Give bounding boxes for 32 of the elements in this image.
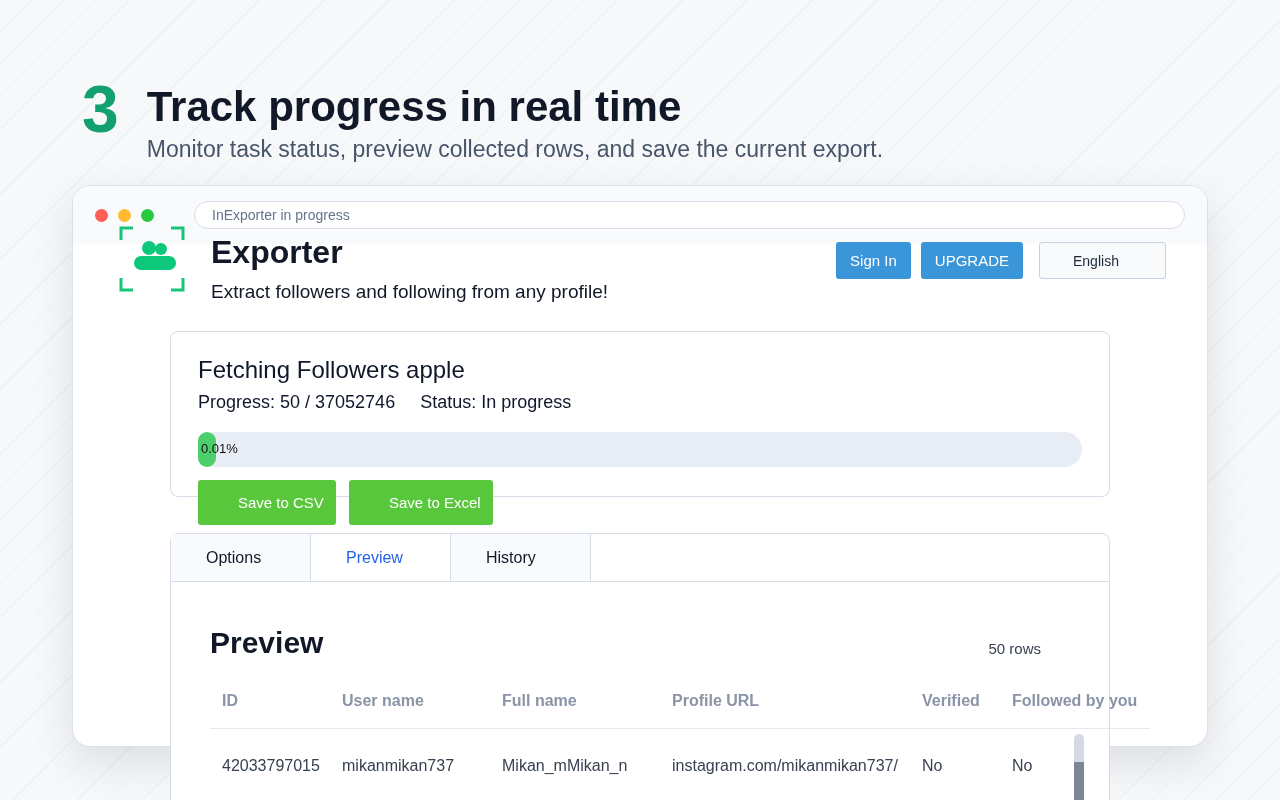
column-header: Profile URL: [660, 680, 910, 729]
column-header: Verified: [910, 680, 1000, 729]
column-header: Full name: [490, 680, 660, 729]
table-cell: 42033797015: [210, 729, 330, 800]
step-number: 3: [82, 78, 119, 148]
sign-in-button[interactable]: Sign In: [836, 242, 911, 279]
language-select[interactable]: English: [1039, 242, 1166, 279]
preview-title: Preview: [210, 626, 324, 660]
task-title: Fetching Followers apple: [198, 356, 466, 384]
column-header: Followed by you: [1000, 680, 1150, 729]
tab[interactable]: History: [451, 534, 591, 581]
row-count: 50 rows: [988, 640, 1041, 659]
close-dot-icon[interactable]: [95, 208, 108, 222]
step-title: Track progress in real time: [146, 84, 683, 130]
table-cell: mikanmikan737: [330, 729, 490, 800]
table-cell: instagram.com/mikanmikan737/: [660, 729, 910, 800]
column-header: ID: [210, 680, 330, 729]
scrollbar[interactable]: [1074, 734, 1084, 800]
minimize-dot-icon[interactable]: [118, 208, 131, 222]
app-title: Exporter: [211, 234, 344, 271]
app-tagline: Extract followers and following from any profile!: [211, 281, 610, 303]
table-cell: Mikan_mMikan_n: [490, 729, 660, 800]
upgrade-button[interactable]: UPGRADE: [920, 242, 1023, 279]
table-cell: No: [910, 729, 1000, 800]
tab[interactable]: Options: [171, 534, 311, 581]
progress-count: Progress: 50 / 37052746: [198, 392, 396, 413]
maximize-dot-icon[interactable]: [141, 208, 154, 222]
step-subtitle: Monitor task status, preview collected rows, and save the current export.: [146, 136, 884, 163]
people-logo-icon: [119, 226, 185, 292]
address-bar[interactable]: InExporter in progress: [194, 201, 1185, 229]
column-header: User name: [330, 680, 490, 729]
task-status: Status: In progress: [420, 392, 572, 413]
